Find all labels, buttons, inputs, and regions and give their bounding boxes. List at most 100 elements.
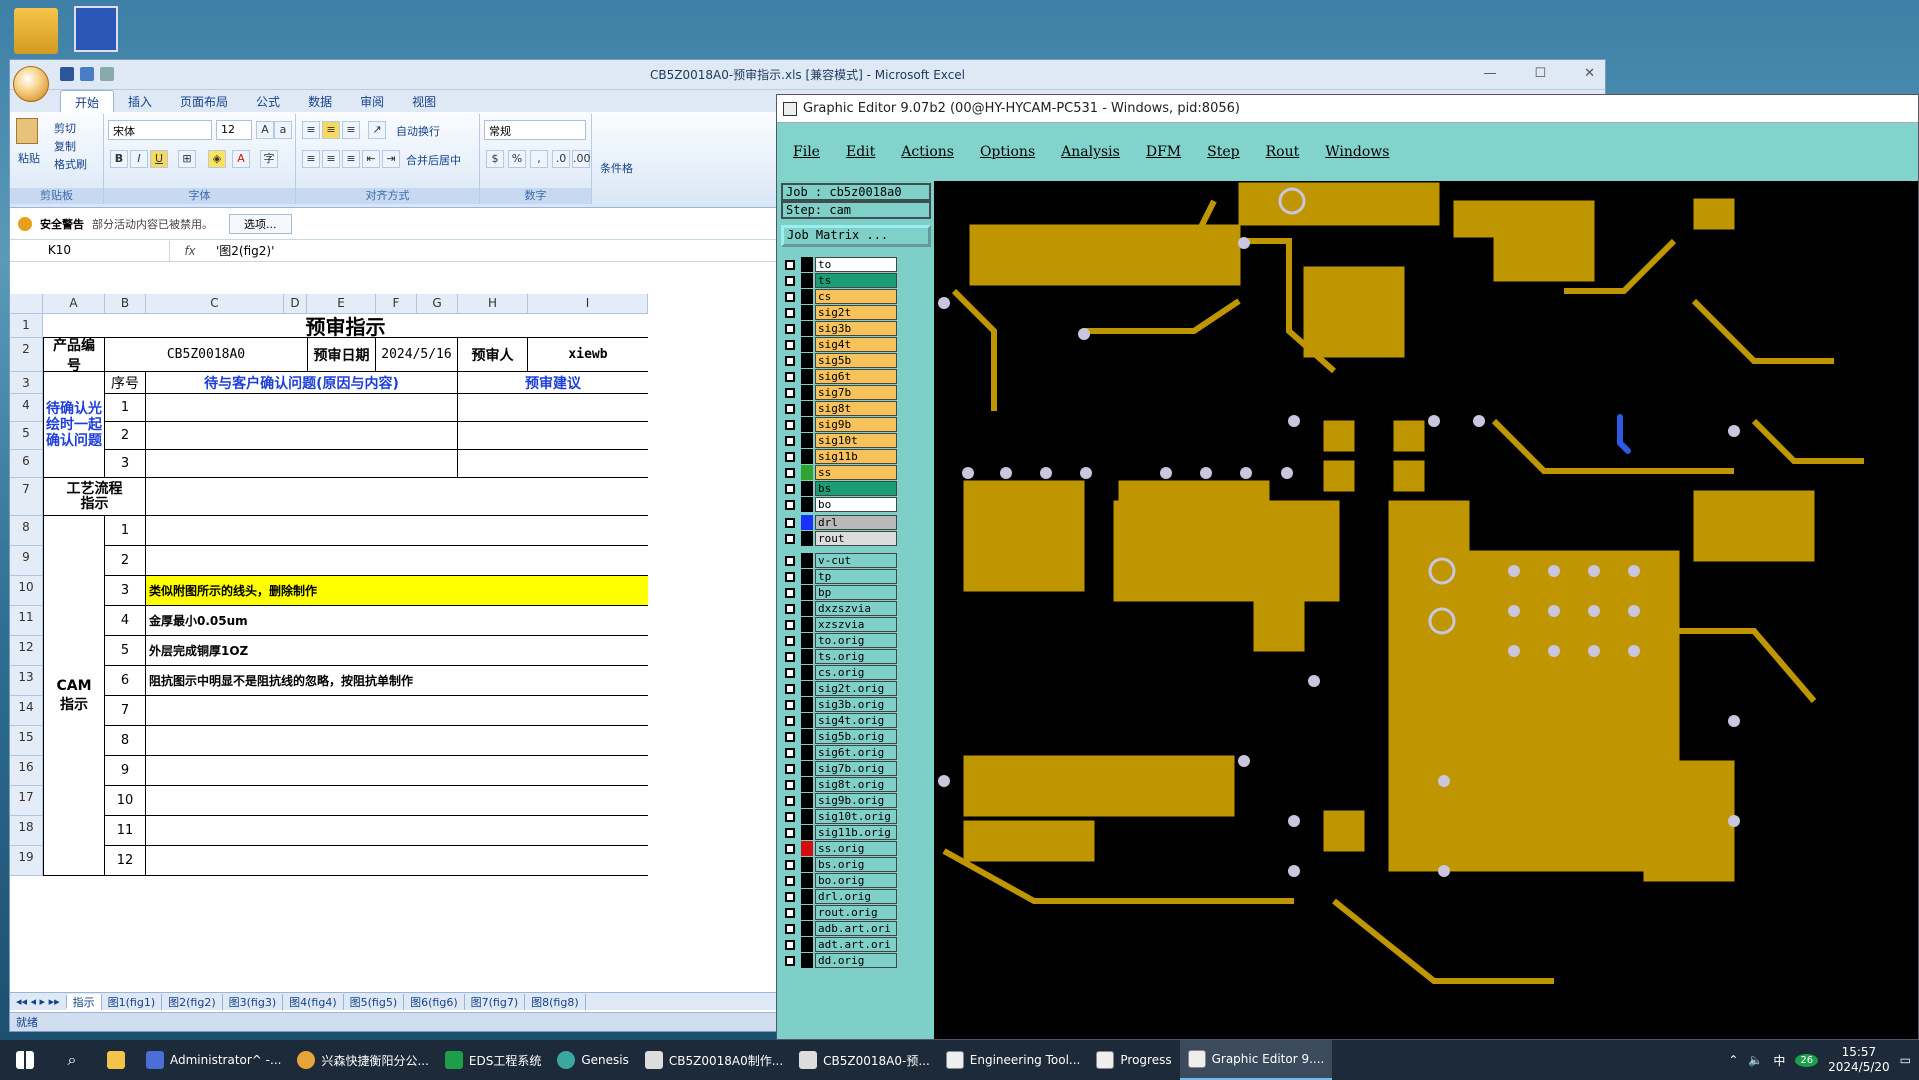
layer-row[interactable]: sig10t.orig (781, 809, 931, 825)
layer-row[interactable]: sig6t (781, 369, 931, 385)
layer-color-swatch[interactable] (801, 873, 813, 888)
layer-checkbox[interactable] (785, 604, 795, 614)
taskbar-item[interactable]: Genesis (549, 1040, 637, 1080)
layer-checkbox[interactable] (785, 500, 795, 510)
layer-checkbox[interactable] (785, 556, 795, 566)
currency-icon[interactable]: $ (486, 150, 504, 168)
tab-data[interactable]: 数据 (294, 90, 346, 112)
layer-checkbox[interactable] (785, 356, 795, 366)
tab-home[interactable]: 开始 (60, 90, 115, 112)
layer-checkbox[interactable] (785, 452, 795, 462)
layer-color-swatch[interactable] (801, 353, 813, 368)
column-header[interactable]: I (528, 294, 648, 314)
column-header[interactable]: F (376, 294, 417, 314)
layer-color-swatch[interactable] (801, 729, 813, 744)
layer-name[interactable]: rout (815, 531, 897, 546)
layer-row[interactable]: rout (781, 531, 931, 547)
layer-checkbox[interactable] (785, 956, 795, 966)
layer-row[interactable]: sig2t (781, 305, 931, 321)
column-header[interactable]: B (105, 294, 146, 314)
align-center-icon[interactable]: ≡ (322, 150, 340, 168)
percent-icon[interactable]: % (508, 150, 526, 168)
layer-name[interactable]: sig6t (815, 369, 897, 384)
layer-row[interactable]: sig8t (781, 401, 931, 417)
layer-color-swatch[interactable] (801, 681, 813, 696)
layer-name[interactable]: drl.orig (815, 889, 897, 904)
volume-icon[interactable]: 🔈 (1748, 1053, 1763, 1067)
conditional-format-button[interactable]: 条件格 (600, 160, 633, 176)
layer-name[interactable]: sig10t.orig (815, 809, 897, 824)
pcb-canvas[interactable] (934, 181, 1918, 1039)
layer-row[interactable]: bo.orig (781, 873, 931, 889)
pending-seq[interactable]: 1 (105, 394, 146, 422)
taskbar-item[interactable]: EDS工程系统 (437, 1040, 549, 1080)
row-header[interactable]: 10 (10, 576, 43, 606)
layer-row[interactable]: bp (781, 585, 931, 601)
layer-checkbox[interactable] (785, 908, 795, 918)
decrease-decimal-icon[interactable]: .00 (572, 150, 591, 168)
menu-step[interactable]: Step (1207, 144, 1239, 160)
pending-issue-cell[interactable] (146, 450, 458, 478)
layer-name[interactable]: bp (815, 585, 897, 600)
layer-checkbox[interactable] (785, 924, 795, 934)
layer-name[interactable]: sig10t (815, 433, 897, 448)
layer-row[interactable]: sig5b.orig (781, 729, 931, 745)
cam-instruction[interactable] (146, 516, 648, 546)
cam-instruction[interactable]: 外层完成铜厚1OZ (146, 636, 648, 666)
layer-color-swatch[interactable] (801, 697, 813, 712)
layer-name[interactable]: sig4t.orig (815, 713, 897, 728)
layer-row[interactable]: sig11b.orig (781, 825, 931, 841)
layer-color-swatch[interactable] (801, 569, 813, 584)
layer-row[interactable]: ts (781, 273, 931, 289)
row-header[interactable]: 3 (10, 372, 43, 394)
layer-color-swatch[interactable] (801, 385, 813, 400)
row-header[interactable]: 4 (10, 394, 43, 422)
cam-seq[interactable]: 5 (105, 636, 146, 666)
cam-seq[interactable]: 4 (105, 606, 146, 636)
layer-color-swatch[interactable] (801, 745, 813, 760)
menu-options[interactable]: Options (980, 144, 1035, 160)
cam-instruction[interactable] (146, 756, 648, 786)
row-header[interactable]: 16 (10, 756, 43, 786)
fill-color-icon[interactable]: ◈ (208, 150, 226, 168)
row-header[interactable]: 19 (10, 846, 43, 876)
sheet-tab[interactable]: 图7(fig7) (465, 993, 526, 1010)
layer-row[interactable]: dd.orig (781, 953, 931, 969)
layer-row[interactable]: sig11b (781, 449, 931, 465)
layer-name[interactable]: ss (815, 465, 897, 480)
layer-name[interactable]: to.orig (815, 633, 897, 648)
layer-row[interactable]: tp (781, 569, 931, 585)
cam-instruction[interactable] (146, 546, 648, 576)
chevron-up-icon[interactable]: ⌃ (1728, 1053, 1738, 1067)
process-cell[interactable] (146, 478, 648, 516)
layer-name[interactable]: bs (815, 481, 897, 496)
border-icon[interactable]: ⊞ (178, 150, 196, 168)
layer-row[interactable]: to.orig (781, 633, 931, 649)
layer-checkbox[interactable] (785, 468, 795, 478)
comma-icon[interactable]: , (530, 150, 548, 168)
layer-checkbox[interactable] (785, 860, 795, 870)
copy-button[interactable]: 复制 (54, 138, 76, 154)
layer-name[interactable]: xzszvia (815, 617, 897, 632)
notification-badge[interactable]: 26 (1795, 1053, 1819, 1067)
process-label[interactable]: 工艺流程指示 (43, 478, 146, 516)
layer-checkbox[interactable] (785, 388, 795, 398)
layer-checkbox[interactable] (785, 436, 795, 446)
suggest-header[interactable]: 预审建议 (458, 372, 648, 394)
layer-color-swatch[interactable] (801, 761, 813, 776)
layer-checkbox[interactable] (785, 340, 795, 350)
sheet-nav-icon[interactable]: ◂◂ ◂ ▸ ▸▸ (10, 995, 67, 1008)
menu-edit[interactable]: Edit (846, 144, 875, 160)
italic-icon[interactable]: I (130, 150, 148, 168)
start-button[interactable] (0, 1040, 50, 1080)
row-header[interactable]: 13 (10, 666, 43, 696)
layer-name[interactable]: sig11b (815, 449, 897, 464)
pending-seq[interactable]: 3 (105, 450, 146, 478)
cam-instruction[interactable] (146, 816, 648, 846)
font-name-select[interactable]: 宋体 (108, 120, 212, 140)
align-top-icon[interactable]: ≡ (302, 121, 320, 139)
taskbar-item[interactable]: CB5Z0018A0制作... (637, 1040, 791, 1080)
layer-row[interactable]: sig3b (781, 321, 931, 337)
grow-font-icon[interactable]: A (256, 121, 274, 139)
clock[interactable]: 15:57 2024/5/20 (1828, 1045, 1890, 1075)
